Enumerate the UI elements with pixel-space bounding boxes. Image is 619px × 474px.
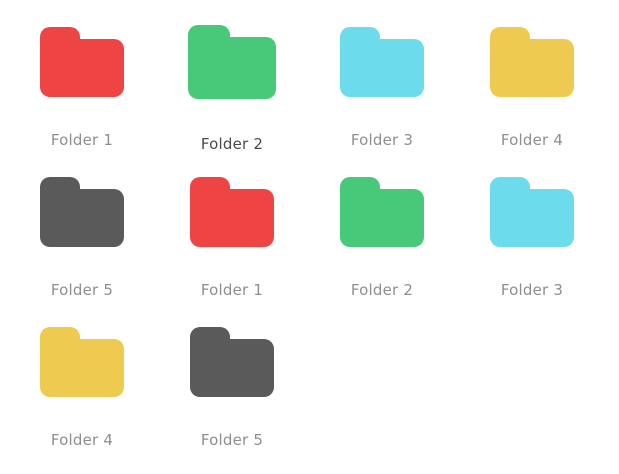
folder-label: Folder 2 — [350, 281, 414, 299]
folder-icon — [188, 25, 276, 99]
folder-icon — [490, 177, 574, 247]
folder-icon — [190, 177, 274, 247]
folder-body — [190, 339, 274, 397]
folder-body — [490, 189, 574, 247]
folder-body — [340, 39, 424, 97]
folder-icon — [490, 27, 574, 97]
folder-label: Folder 4 — [500, 131, 564, 149]
folder-item[interactable]: Folder 2 — [157, 0, 307, 153]
folder-item[interactable]: Folder 1 — [7, 0, 157, 150]
folder-label: Folder 1 — [50, 131, 114, 149]
folder-item[interactable]: Folder 5 — [157, 300, 307, 450]
folder-item[interactable]: Folder 2 — [307, 150, 457, 300]
folder-icon — [40, 177, 124, 247]
folder-body — [190, 189, 274, 247]
folder-item[interactable]: Folder 3 — [457, 150, 607, 300]
folder-icon — [340, 27, 424, 97]
folder-label: Folder 5 — [50, 281, 114, 299]
folder-body — [188, 37, 276, 99]
folder-body — [340, 189, 424, 247]
folder-body — [40, 339, 124, 397]
folder-icon — [40, 27, 124, 97]
folder-body — [490, 39, 574, 97]
folder-item[interactable]: Folder 3 — [307, 0, 457, 150]
folder-icon — [340, 177, 424, 247]
folder-body — [40, 189, 124, 247]
folder-icon — [40, 327, 124, 397]
folder-item[interactable]: Folder 4 — [457, 0, 607, 150]
folder-body — [40, 39, 124, 97]
folder-label: Folder 3 — [500, 281, 564, 299]
folder-icon — [190, 327, 274, 397]
folder-label: Folder 3 — [350, 131, 414, 149]
folder-label: Folder 5 — [200, 431, 264, 449]
folder-item[interactable]: Folder 1 — [157, 150, 307, 300]
folder-label: Folder 4 — [50, 431, 114, 449]
folder-item[interactable]: Folder 4 — [7, 300, 157, 450]
folder-item[interactable]: Folder 5 — [7, 150, 157, 300]
folder-label: Folder 1 — [200, 281, 264, 299]
folder-grid: Folder 1 Folder 2 Folder 3 Folder 4 Folder 5… — [0, 0, 619, 474]
